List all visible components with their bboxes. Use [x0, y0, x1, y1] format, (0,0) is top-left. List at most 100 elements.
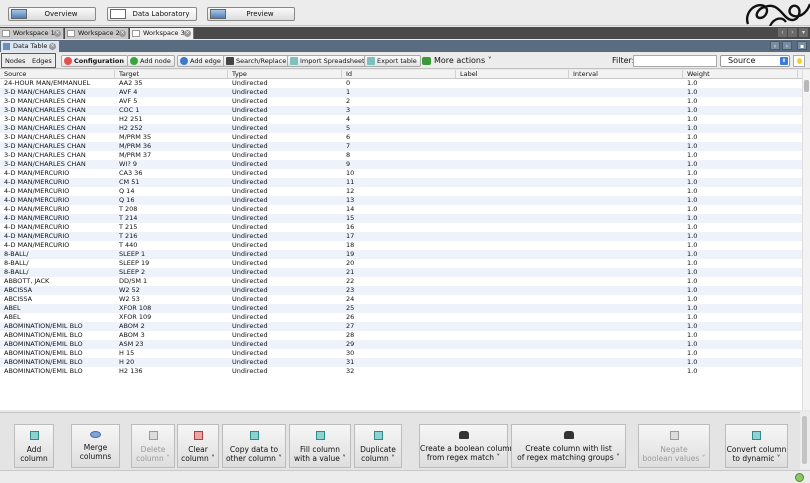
table-cell-label[interactable] — [456, 358, 569, 367]
table-cell-id[interactable]: 19 — [342, 250, 456, 259]
table-cell-source[interactable]: 4-D MAN/MERCURIO — [0, 169, 115, 178]
table-cell-weight[interactable]: 1.0 — [683, 196, 798, 205]
table-cell-label[interactable] — [456, 115, 569, 124]
table-cell-id[interactable]: 17 — [342, 232, 456, 241]
actions-scrollbar[interactable] — [800, 412, 810, 470]
table-cell-weight[interactable]: 1.0 — [683, 268, 798, 277]
table-row[interactable]: 4-D MAN/MERCURIO T 208 Undirected 14 1.0 — [0, 205, 802, 214]
table-cell-target[interactable]: M/PRM 36 — [115, 142, 228, 151]
close-icon[interactable]: × — [119, 30, 126, 37]
table-row[interactable]: 3-D MAN/CHARLES CHAN AVF 5 Undirected 2 1.0 — [0, 97, 802, 106]
table-cell-weight[interactable]: 1.0 — [683, 115, 798, 124]
table-cell-weight[interactable]: 1.0 — [683, 322, 798, 331]
table-row[interactable]: 3-D MAN/CHARLES CHAN H2 251 Undirected 4 1.0 — [0, 115, 802, 124]
import-spreadsheet-button[interactable]: Import Spreadsheet — [287, 55, 369, 67]
table-cell-weight[interactable]: 1.0 — [683, 169, 798, 178]
table-row[interactable]: 4-D MAN/MERCURIO T 440 Undirected 18 1.0 — [0, 241, 802, 250]
table-cell-id[interactable]: 29 — [342, 340, 456, 349]
copy-data-to-other-column-button[interactable]: Copy data to other column ˅ — [222, 424, 286, 468]
table-cell-type[interactable]: Undirected — [228, 115, 342, 124]
column-header-source[interactable]: Source — [0, 70, 115, 79]
table-row[interactable]: ABEL XFOR 109 Undirected 26 1.0 — [0, 313, 802, 322]
table-cell-type[interactable]: Undirected — [228, 106, 342, 115]
table-cell-label[interactable] — [456, 79, 569, 88]
table-cell-id[interactable]: 21 — [342, 268, 456, 277]
table-cell-source[interactable]: ABEL — [0, 304, 115, 313]
table-cell-type[interactable]: Undirected — [228, 331, 342, 340]
table-cell-weight[interactable]: 1.0 — [683, 106, 798, 115]
table-cell-label[interactable] — [456, 268, 569, 277]
scroll-left-icon[interactable]: ‹ — [778, 28, 787, 37]
table-cell-interval[interactable] — [569, 331, 683, 340]
table-cell-source[interactable]: ABOMINATION/EMIL BLO — [0, 349, 115, 358]
table-cell-id[interactable]: 12 — [342, 187, 456, 196]
table-cell-target[interactable]: CM 51 — [115, 178, 228, 187]
table-cell-label[interactable] — [456, 124, 569, 133]
table-cell-id[interactable]: 24 — [342, 295, 456, 304]
table-cell-target[interactable]: W2 53 — [115, 295, 228, 304]
table-cell-target[interactable]: CA3 36 — [115, 169, 228, 178]
table-cell-source[interactable]: 4-D MAN/MERCURIO — [0, 205, 115, 214]
table-cell-interval[interactable] — [569, 178, 683, 187]
table-cell-label[interactable] — [456, 196, 569, 205]
table-cell-type[interactable]: Undirected — [228, 97, 342, 106]
table-cell-type[interactable]: Undirected — [228, 187, 342, 196]
table-cell-target[interactable]: SLEEP 1 — [115, 250, 228, 259]
table-row[interactable]: 8-BALL/SLEEP 1 Undirected 19 1.0 — [0, 250, 802, 259]
status-icon[interactable] — [795, 473, 804, 482]
table-cell-target[interactable]: T 440 — [115, 241, 228, 250]
table-cell-type[interactable]: Undirected — [228, 178, 342, 187]
table-cell-id[interactable]: 30 — [342, 349, 456, 358]
table-cell-type[interactable]: Undirected — [228, 277, 342, 286]
table-cell-target[interactable]: M/PRM 37 — [115, 151, 228, 160]
table-row[interactable]: ABOMINATION/EMIL BLO ASM 23 Undirected 29 1.… — [0, 340, 802, 349]
table-cell-type[interactable]: Undirected — [228, 142, 342, 151]
table-cell-weight[interactable]: 1.0 — [683, 313, 798, 322]
table-cell-interval[interactable] — [569, 133, 683, 142]
table-cell-label[interactable] — [456, 241, 569, 250]
table-cell-target[interactable]: H2 136 — [115, 367, 228, 376]
table-cell-weight[interactable]: 1.0 — [683, 286, 798, 295]
table-cell-label[interactable] — [456, 142, 569, 151]
table-cell-target[interactable]: T 208 — [115, 205, 228, 214]
duplicate-column-button[interactable]: Duplicate column ˅ — [354, 424, 402, 468]
table-cell-id[interactable]: 18 — [342, 241, 456, 250]
table-cell-id[interactable]: 25 — [342, 304, 456, 313]
table-row[interactable]: 4-D MAN/MERCURIO T 216 Undirected 17 1.0 — [0, 232, 802, 241]
table-scrollbar[interactable] — [802, 70, 810, 410]
table-cell-id[interactable]: 16 — [342, 223, 456, 232]
filter-input[interactable] — [633, 55, 717, 67]
table-cell-label[interactable] — [456, 322, 569, 331]
add-edge-button[interactable]: Add edge — [177, 55, 225, 67]
table-cell-source[interactable]: 3-D MAN/CHARLES CHAN — [0, 142, 115, 151]
table-cell-interval[interactable] — [569, 268, 683, 277]
table-row[interactable]: 4-D MAN/MERCURIO T 215 Undirected 16 1.0 — [0, 223, 802, 232]
table-cell-target[interactable]: AVF 5 — [115, 97, 228, 106]
table-cell-weight[interactable]: 1.0 — [683, 142, 798, 151]
table-row[interactable]: 3-D MAN/CHARLES CHAN AVF 4 Undirected 1 1.0 — [0, 88, 802, 97]
table-cell-interval[interactable] — [569, 232, 683, 241]
preview-mode-button[interactable]: Preview — [207, 7, 295, 21]
table-cell-source[interactable]: 3-D MAN/CHARLES CHAN — [0, 133, 115, 142]
convert-column-to-dynamic-button[interactable]: Convert column to dynamic ˅ — [725, 424, 788, 468]
table-cell-label[interactable] — [456, 187, 569, 196]
table-cell-id[interactable]: 28 — [342, 331, 456, 340]
table-cell-target[interactable]: Q 14 — [115, 187, 228, 196]
table-cell-target[interactable]: ABOM 3 — [115, 331, 228, 340]
table-cell-interval[interactable] — [569, 214, 683, 223]
column-header-interval[interactable]: Interval — [569, 70, 683, 79]
table-cell-weight[interactable]: 1.0 — [683, 205, 798, 214]
table-cell-source[interactable]: 3-D MAN/CHARLES CHAN — [0, 151, 115, 160]
table-cell-source[interactable]: ABEL — [0, 313, 115, 322]
table-cell-target[interactable]: T 214 — [115, 214, 228, 223]
table-cell-source[interactable]: ABCISSA — [0, 295, 115, 304]
table-row[interactable]: 4-D MAN/MERCURIO T 214 Undirected 15 1.0 — [0, 214, 802, 223]
table-cell-type[interactable]: Undirected — [228, 304, 342, 313]
table-cell-interval[interactable] — [569, 160, 683, 169]
table-cell-weight[interactable]: 1.0 — [683, 232, 798, 241]
table-cell-type[interactable]: Undirected — [228, 250, 342, 259]
table-row[interactable]: ABBOTT, JACK DD/SM 1 Undirected 22 1.0 — [0, 277, 802, 286]
table-cell-id[interactable]: 0 — [342, 79, 456, 88]
table-cell-id[interactable]: 3 — [342, 106, 456, 115]
table-cell-label[interactable] — [456, 169, 569, 178]
